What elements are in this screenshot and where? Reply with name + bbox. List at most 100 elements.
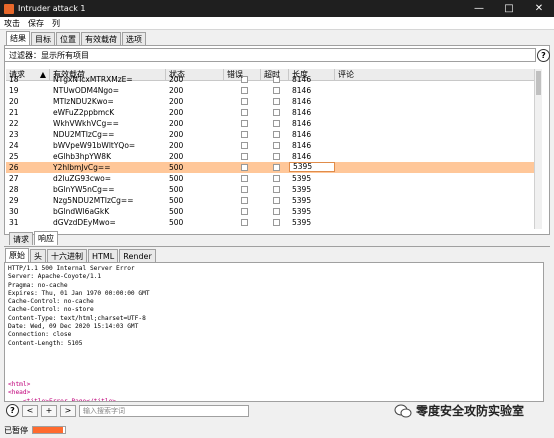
cell-payload: eWFuZ2ppbmcK — [53, 108, 115, 117]
checkbox[interactable] — [240, 208, 248, 215]
table-row[interactable]: 28 bGlnYW5nCg== 500 5395 — [6, 184, 542, 195]
response-line: Expires: Thu, 01 Jan 1970 00:00:00 GMT — [8, 289, 150, 297]
checkbox[interactable] — [273, 87, 280, 94]
checkbox[interactable] — [240, 109, 248, 116]
filter-help-icon[interactable]: ? — [537, 49, 550, 62]
table-row[interactable]: 29 Nzg5NDU2MTIzCg== 500 5395 — [6, 195, 542, 206]
search-help-icon[interactable]: ? — [6, 404, 19, 417]
checkbox[interactable] — [273, 197, 280, 204]
tab-payloads[interactable]: 有效载荷 — [81, 32, 121, 45]
cell-timeout — [261, 96, 289, 107]
tab-hex[interactable]: 十六进制 — [47, 249, 87, 262]
tab-render[interactable]: Render — [119, 249, 156, 262]
menu-attack[interactable]: 攻击 — [0, 18, 24, 29]
checkbox[interactable] — [273, 164, 280, 171]
cell-request: 26 — [9, 163, 19, 172]
cell-timeout — [261, 217, 289, 228]
checkbox[interactable] — [240, 186, 248, 193]
table-row[interactable]: 24 bWVpeW91bWltYQo= 200 8146 — [6, 140, 542, 151]
cell-error — [224, 85, 261, 96]
checkbox[interactable] — [240, 219, 248, 226]
cell-status: 500 — [169, 185, 184, 194]
checkbox[interactable] — [240, 197, 248, 204]
table-row[interactable]: 20 MTIzNDU2Kwo= 200 8146 — [6, 96, 542, 107]
response-line: Cache-Control: no-store — [8, 306, 94, 314]
status-text: 已暂停 — [4, 425, 28, 435]
col-payload[interactable]: 有效载荷 — [50, 69, 166, 80]
menu-columns[interactable]: 列 — [48, 18, 64, 29]
col-status[interactable]: 状态 — [166, 69, 224, 80]
checkbox[interactable] — [273, 131, 280, 138]
cell-status: 200 — [169, 152, 184, 161]
scrollbar-thumb[interactable] — [536, 71, 541, 95]
cell-request: 24 — [9, 141, 19, 150]
watermark: 零度安全攻防实验室 — [394, 402, 524, 419]
tab-results[interactable]: 结果 — [6, 31, 30, 45]
col-timeout[interactable]: 超时 — [261, 69, 289, 80]
checkbox[interactable] — [273, 153, 280, 160]
cell-timeout — [261, 129, 289, 140]
table-scrollbar[interactable] — [534, 69, 542, 229]
checkbox[interactable] — [240, 175, 248, 182]
col-comment[interactable]: 评论 — [335, 69, 534, 80]
close-button[interactable]: ✕ — [524, 0, 554, 17]
checkbox[interactable] — [240, 164, 248, 171]
minimize-button[interactable]: — — [464, 0, 494, 17]
col-request[interactable]: 请求 ▲ — [6, 69, 50, 80]
maximize-button[interactable]: □ — [494, 0, 524, 17]
cell-error — [224, 195, 261, 206]
tab-headers[interactable]: 头 — [30, 249, 46, 262]
checkbox[interactable] — [240, 87, 248, 94]
cell-timeout — [261, 184, 289, 195]
cell-request: 27 — [9, 174, 19, 183]
tab-raw[interactable]: 原始 — [5, 248, 29, 262]
table-row[interactable]: 26 Y2hlbmJvCg== 500 5395 — [6, 162, 542, 173]
table-row[interactable]: 30 bGlndWl6aGkK 500 5395 — [6, 206, 542, 217]
checkbox[interactable] — [240, 131, 248, 138]
cell-length: 8146 — [292, 130, 312, 139]
table-row[interactable]: 23 NDU2MTIzCg== 200 8146 — [6, 129, 542, 140]
search-add-button[interactable]: + — [41, 404, 57, 417]
checkbox[interactable] — [240, 142, 248, 149]
cell-error — [224, 184, 261, 195]
response-line: Connection: close — [8, 331, 72, 339]
tab-html[interactable]: HTML — [88, 249, 119, 262]
table-row[interactable]: 22 WkhVWkhVCg== 200 8146 — [6, 118, 542, 129]
table-row[interactable]: 21 eWFuZ2ppbmcK 200 8146 — [6, 107, 542, 118]
checkbox[interactable] — [273, 219, 280, 226]
menu-save[interactable]: 保存 — [24, 18, 48, 29]
table-row[interactable]: 27 d2luZG93cwo= 500 5395 — [6, 173, 542, 184]
checkbox[interactable] — [273, 120, 280, 127]
cell-request: 30 — [9, 207, 19, 216]
checkbox[interactable] — [273, 109, 280, 116]
tab-response[interactable]: 响应 — [34, 231, 58, 245]
table-row[interactable]: 19 NTUwODM4Ngo= 200 8146 — [6, 85, 542, 96]
checkbox[interactable] — [240, 98, 248, 105]
table-row[interactable]: 31 dGVzdDEyMwo= 500 5395 — [6, 217, 542, 228]
checkbox[interactable] — [273, 98, 280, 105]
tab-request[interactable]: 请求 — [9, 232, 33, 245]
tab-positions[interactable]: 位置 — [56, 32, 80, 45]
checkbox[interactable] — [273, 186, 280, 193]
response-line: <html> — [8, 381, 31, 389]
filter-bar[interactable]: 过滤器：显示所有项目 — [4, 48, 536, 62]
search-input[interactable]: 输入搜索字词 — [79, 404, 249, 417]
response-viewer[interactable]: HTTP/1.1 500 Internal Server Error Server… — [4, 262, 544, 402]
col-error[interactable]: 错误 — [224, 69, 261, 80]
search-next-button[interactable]: > — [60, 404, 76, 417]
checkbox[interactable] — [273, 142, 280, 149]
checkbox[interactable] — [273, 208, 280, 215]
table-row[interactable]: 25 eGlhb3hpYW8K 200 8146 — [6, 151, 542, 162]
view-tabs: 原始 头 十六进制 HTML Render — [5, 248, 157, 262]
col-length[interactable]: 长度 — [289, 69, 335, 80]
tab-options[interactable]: 选项 — [122, 32, 146, 45]
checkbox[interactable] — [240, 153, 248, 160]
search-prev-button[interactable]: < — [22, 404, 38, 417]
checkbox[interactable] — [240, 120, 248, 127]
cell-payload: bWVpeW91bWltYQo= — [53, 141, 136, 150]
cell-error — [224, 217, 261, 228]
tab-target[interactable]: 目标 — [31, 32, 55, 45]
req-resp-tabs: 请求 响应 — [9, 231, 59, 245]
cell-status: 200 — [169, 97, 184, 106]
checkbox[interactable] — [273, 175, 280, 182]
